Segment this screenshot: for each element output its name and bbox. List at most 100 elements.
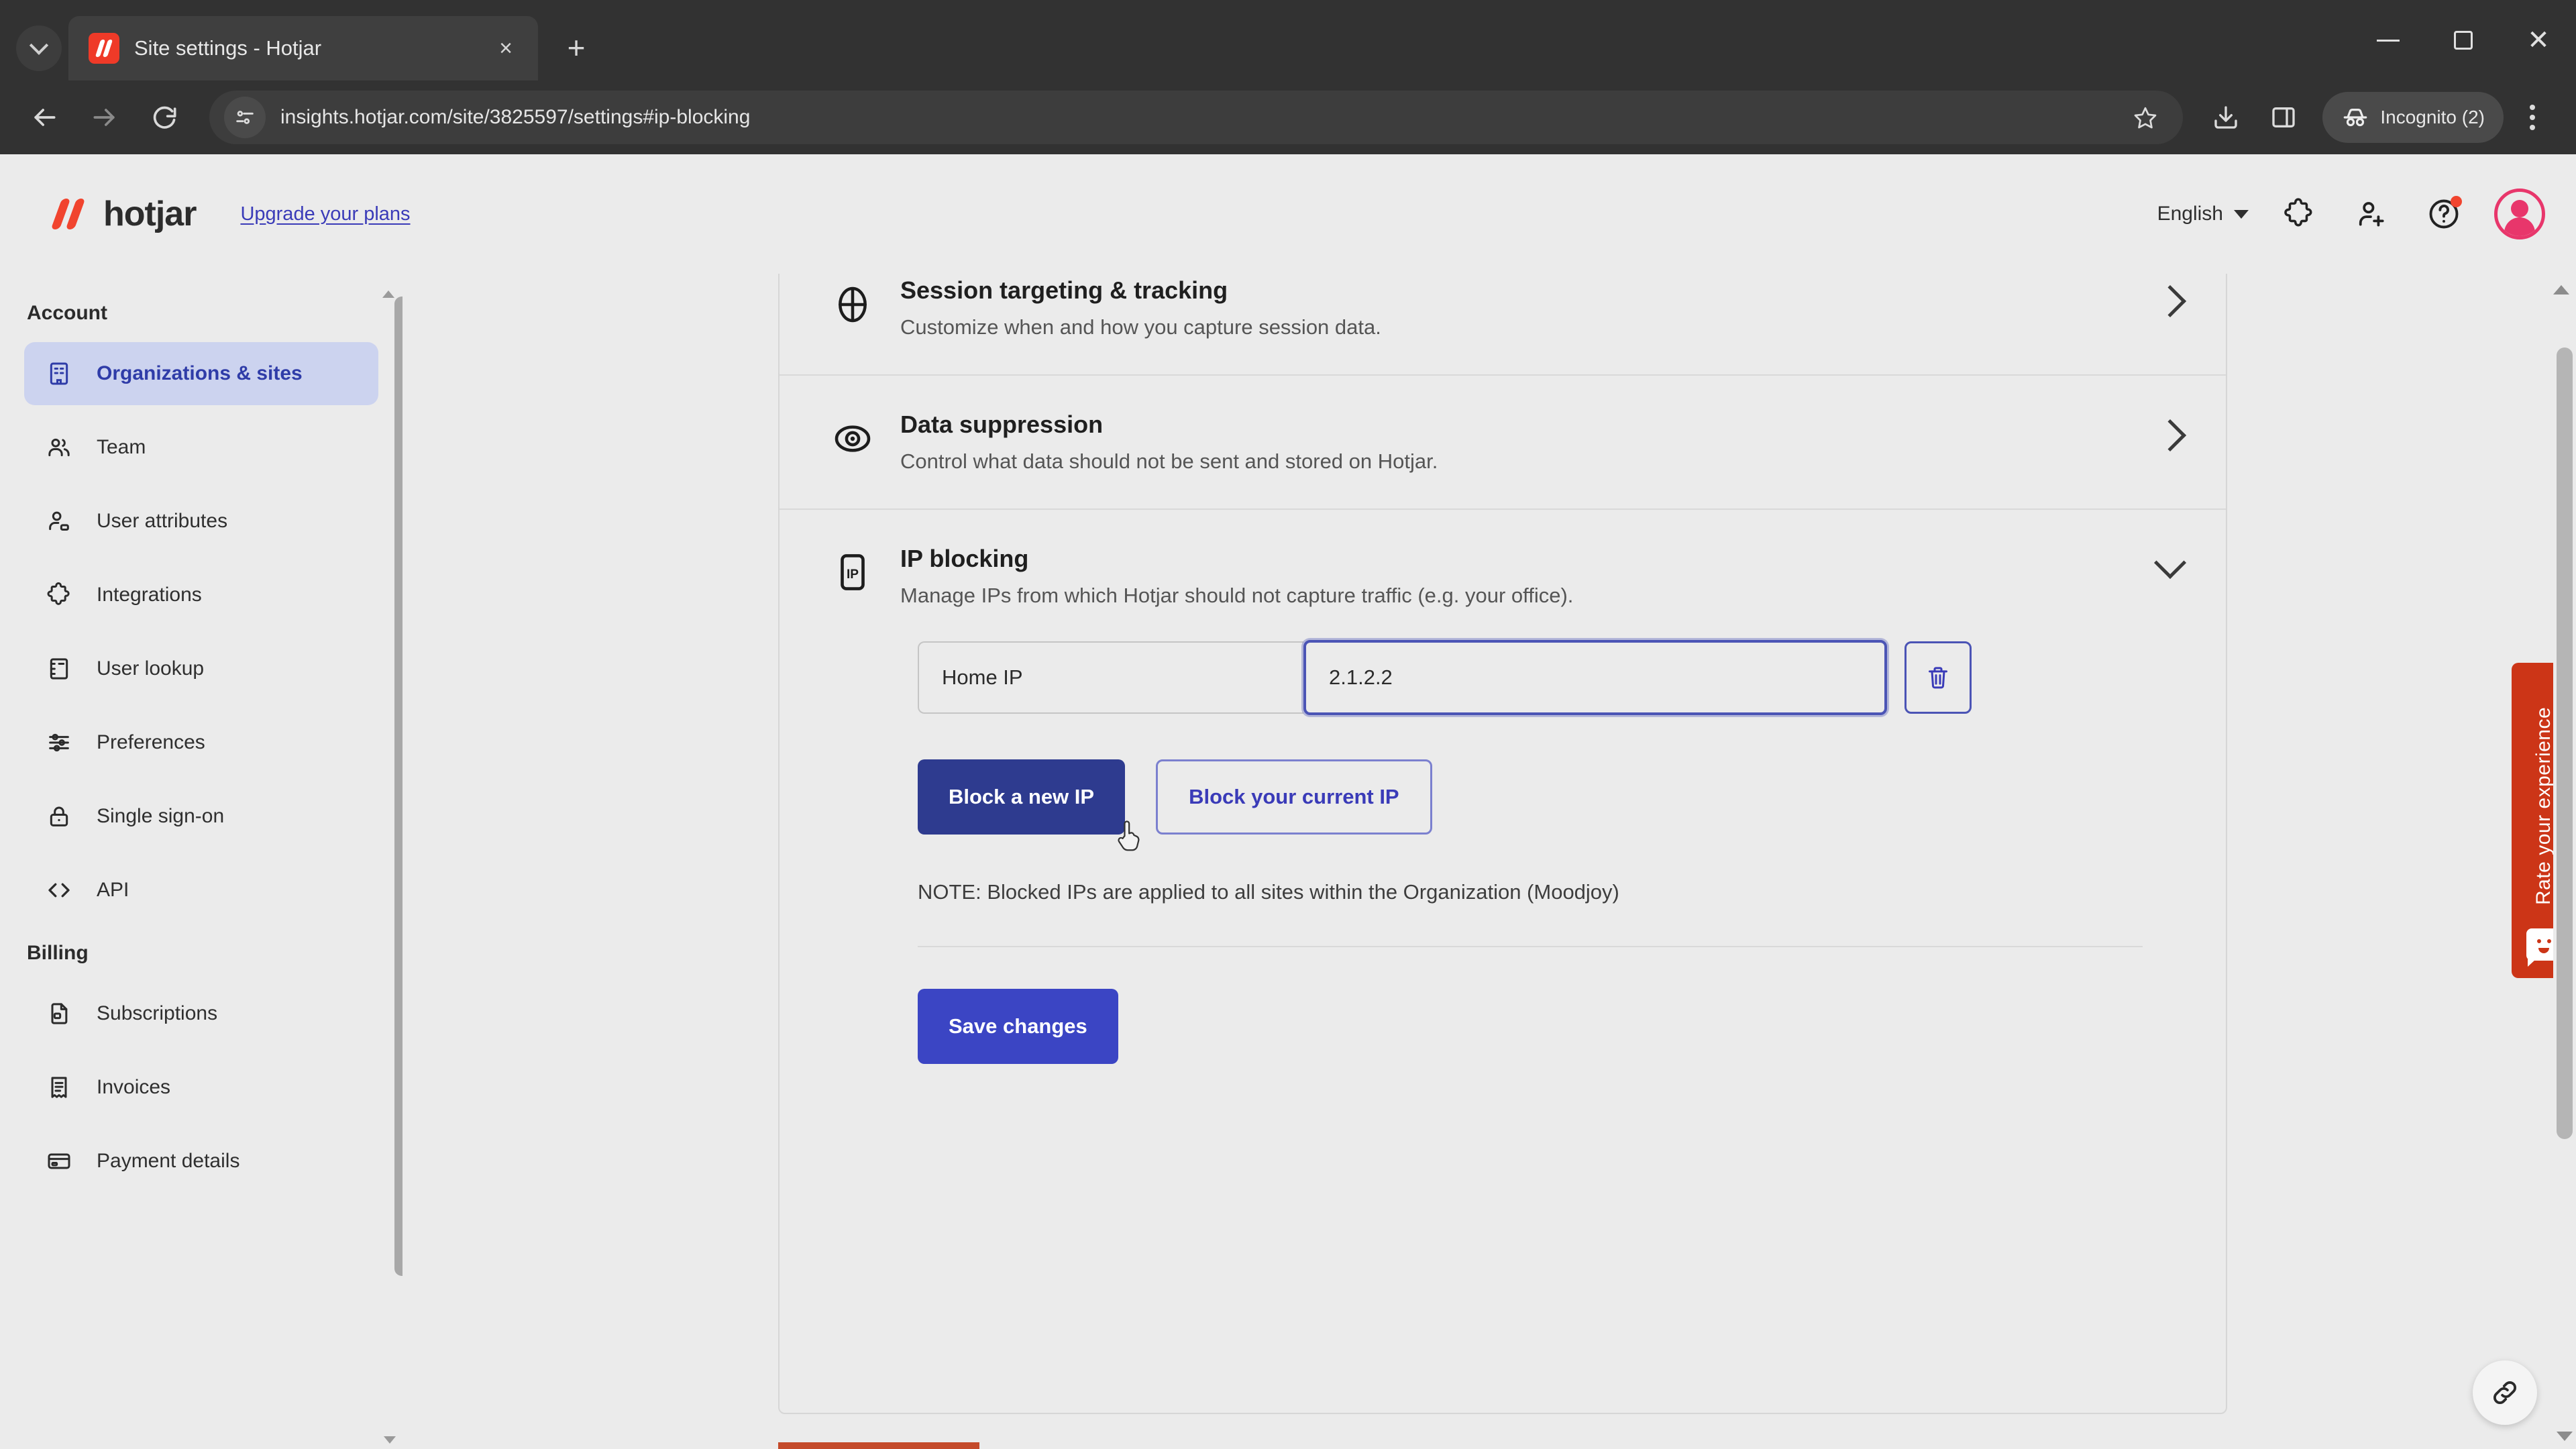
sidebar-item-label: Team xyxy=(97,436,146,458)
sidebar-item-integrations[interactable]: Integrations xyxy=(24,564,378,627)
avatar-body xyxy=(2504,217,2535,236)
chevron-down-icon xyxy=(29,36,49,55)
settings-section-session-targeting[interactable]: Session targeting & tracking Customize w… xyxy=(780,274,2226,376)
sidebar-item-single-sign-on[interactable]: Single sign-on xyxy=(24,785,378,848)
kebab-menu-icon[interactable] xyxy=(2508,89,2557,146)
users-icon xyxy=(44,433,74,462)
app-header: hotjar Upgrade your plans English xyxy=(0,154,2576,274)
divider xyxy=(918,946,2143,947)
ip-action-buttons: Block a new IP Block your current IP xyxy=(918,759,2183,851)
address-bar[interactable]: insights.hotjar.com/site/3825597/setting… xyxy=(209,91,2184,144)
sidebar-item-subscriptions[interactable]: Subscriptions xyxy=(24,982,378,1045)
window-close-button[interactable]: ✕ xyxy=(2501,0,2576,80)
main-content: Session targeting & tracking Customize w… xyxy=(402,274,2576,1449)
sidebar-item-user-lookup[interactable]: User lookup xyxy=(24,637,378,700)
save-changes-button[interactable]: Save changes xyxy=(918,989,1118,1064)
section-title: Data suppression xyxy=(900,411,1104,438)
ip-blocking-note: NOTE: Blocked IPs are applied to all sit… xyxy=(918,880,1619,904)
forward-button[interactable] xyxy=(76,89,133,146)
header-actions: English xyxy=(2157,189,2545,239)
hotjar-favicon-icon xyxy=(89,33,119,64)
browser-tab[interactable]: Site settings - Hotjar × xyxy=(68,16,538,80)
rate-tab-label: Rate your experience xyxy=(2532,706,2555,905)
settings-section-data-suppression[interactable]: Data suppression Control what data shoul… xyxy=(780,376,2226,510)
hotjar-logo[interactable]: hotjar xyxy=(50,194,197,234)
sidebar-scrollbar[interactable] xyxy=(382,279,402,1444)
new-tab-button[interactable]: + xyxy=(554,25,598,70)
puzzle-piece-icon[interactable] xyxy=(2277,192,2321,236)
section-title: IP blocking xyxy=(900,545,1029,572)
site-settings-icon[interactable] xyxy=(224,97,266,138)
sidebar-item-label: Subscriptions xyxy=(97,1002,218,1024)
logo-wordmark: hotjar xyxy=(103,195,197,233)
download-icon[interactable] xyxy=(2199,91,2253,144)
scroll-down-icon[interactable] xyxy=(2557,1432,2573,1441)
sidebar-item-team[interactable]: Team xyxy=(24,416,378,479)
building-icon xyxy=(44,359,74,388)
sliders-icon xyxy=(44,728,74,757)
page-scrollbar[interactable] xyxy=(2553,274,2576,1449)
back-button[interactable] xyxy=(16,89,72,146)
ip-name-input[interactable]: Home IP xyxy=(918,641,1303,714)
sidebar-item-api[interactable]: API xyxy=(24,859,378,922)
sidebar-item-user-attributes[interactable]: User attributes xyxy=(24,490,378,553)
block-new-ip-button[interactable]: Block a new IP xyxy=(918,759,1126,835)
star-icon[interactable] xyxy=(2125,97,2165,138)
browser-toolbar: insights.hotjar.com/site/3825597/setting… xyxy=(0,80,2576,154)
puzzle-piece-icon xyxy=(44,580,74,610)
help-icon[interactable] xyxy=(2422,192,2466,236)
upgrade-plans-link[interactable]: Upgrade your plans xyxy=(240,203,410,225)
sidebar-group-title-account: Account xyxy=(27,302,107,324)
sidebar-item-label: Payment details xyxy=(97,1150,240,1172)
save-changes-wrapper: Save changes xyxy=(918,989,2183,1091)
lock-icon xyxy=(44,802,74,831)
add-user-icon[interactable] xyxy=(2349,192,2394,236)
section-subtitle: Customize when and how you capture sessi… xyxy=(900,315,1381,339)
sidebar-item-label: Preferences xyxy=(97,731,205,753)
block-current-ip-button[interactable]: Block your current IP xyxy=(1156,759,1432,835)
language-selector[interactable]: English xyxy=(2157,203,2249,225)
window-controls: ✕ xyxy=(2351,0,2576,80)
scroll-up-icon[interactable] xyxy=(2553,274,2569,294)
sidebar-item-invoices[interactable]: Invoices xyxy=(24,1056,378,1119)
settings-card: Session targeting & tracking Customize w… xyxy=(778,274,2227,1414)
document-lock-icon xyxy=(44,999,74,1028)
receipt-icon xyxy=(44,1073,74,1102)
hotjar-app: hotjar Upgrade your plans English Accoun… xyxy=(0,154,2576,1449)
sidebar-item-label: API xyxy=(97,879,129,901)
close-icon[interactable]: × xyxy=(488,31,523,66)
sidebar-scroll-thumb[interactable] xyxy=(394,297,402,1276)
section-subtitle: Control what data should not be sent and… xyxy=(900,449,1438,473)
delete-ip-button[interactable] xyxy=(1904,641,1972,714)
incognito-indicator[interactable]: Incognito (2) xyxy=(2322,92,2504,143)
tab-search-button[interactable] xyxy=(16,25,62,71)
scroll-up-icon[interactable] xyxy=(382,279,394,298)
reload-button[interactable] xyxy=(137,89,193,146)
sidebar-item-organizations-sites[interactable]: Organizations & sites xyxy=(24,342,378,405)
bottom-progress-strip xyxy=(778,1442,979,1449)
page-scroll-thumb[interactable] xyxy=(2557,347,2573,1139)
avatar[interactable] xyxy=(2494,189,2545,239)
language-label: English xyxy=(2157,203,2223,225)
copy-link-button[interactable] xyxy=(2473,1360,2537,1425)
eye-icon xyxy=(822,411,883,460)
url-text[interactable]: insights.hotjar.com/site/3825597/setting… xyxy=(280,106,2110,129)
incognito-label: Incognito (2) xyxy=(2380,107,2485,127)
notebook-icon xyxy=(44,654,74,684)
sidebar-item-label: User lookup xyxy=(97,657,205,680)
ip-address-input[interactable]: 2.1.2.2 xyxy=(1303,640,1887,715)
tab-strip: Site settings - Hotjar × + ✕ xyxy=(0,0,2576,80)
browser-chrome: Site settings - Hotjar × + ✕ insights.ho… xyxy=(0,0,2576,154)
sidebar-item-payment-details[interactable]: Payment details xyxy=(24,1130,378,1193)
scroll-down-icon[interactable] xyxy=(384,1436,396,1444)
side-panel-icon[interactable] xyxy=(2257,91,2310,144)
tab-title: Site settings - Hotjar xyxy=(134,36,322,60)
user-tag-icon xyxy=(44,506,74,536)
crosshair-icon xyxy=(822,276,883,326)
sidebar-item-label: Organizations & sites xyxy=(97,362,303,384)
credit-card-icon xyxy=(44,1146,74,1176)
maximize-button[interactable] xyxy=(2426,0,2501,80)
minimize-button[interactable] xyxy=(2351,0,2426,80)
sidebar-item-preferences[interactable]: Preferences xyxy=(24,711,378,774)
settings-section-ip-blocking: IP IP blocking Manage IPs from which Hot… xyxy=(780,510,2226,1126)
